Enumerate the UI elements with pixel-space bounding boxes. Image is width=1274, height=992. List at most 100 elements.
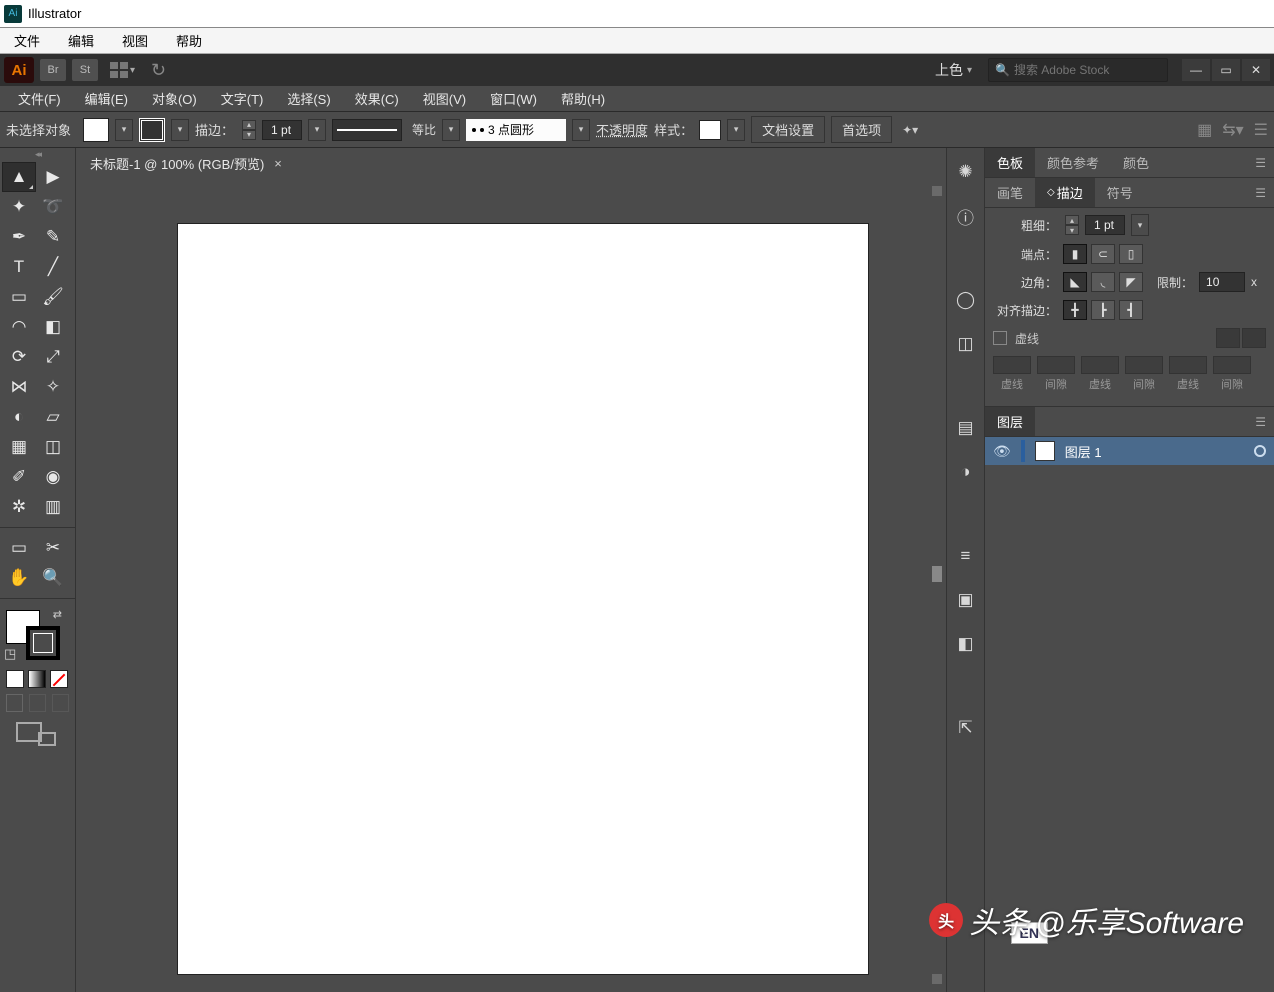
tab-swatches[interactable]: 色板	[985, 148, 1035, 177]
profile-dropdown[interactable]: ▾	[442, 119, 460, 141]
magic-wand-tool[interactable]: ✦	[2, 192, 36, 222]
cap-butt[interactable]: ▮	[1063, 244, 1087, 264]
tab-symbols[interactable]: 符号	[1095, 178, 1145, 207]
corner-miter[interactable]: ◣	[1063, 272, 1087, 292]
gap-field-3[interactable]	[1213, 356, 1251, 374]
doc-setup-button[interactable]: 文档设置	[751, 116, 825, 143]
layer-target-icon[interactable]	[1254, 445, 1266, 457]
align-outside[interactable]: ┫	[1119, 300, 1143, 320]
align-artboard-icon[interactable]: ✦▾	[902, 123, 918, 137]
symbol-sprayer-tool[interactable]: ✲	[2, 492, 36, 522]
corner-round[interactable]: ◟	[1091, 272, 1115, 292]
panel-menu-icon[interactable]: ☰	[1247, 186, 1274, 200]
stroke-color[interactable]	[26, 626, 60, 660]
lasso-tool[interactable]: ➰	[36, 192, 70, 222]
eyedropper-tool[interactable]: ✐	[2, 462, 36, 492]
artboard[interactable]	[178, 224, 868, 974]
style-swatch[interactable]	[699, 120, 721, 140]
minimize-button[interactable]: —	[1182, 59, 1210, 81]
stroke-profile[interactable]	[332, 119, 402, 141]
curvature-tool[interactable]: ✎	[36, 222, 70, 252]
bridge-icon[interactable]: Br	[40, 59, 66, 81]
paintbrush-tool[interactable]: 🖌	[36, 282, 70, 312]
type-tool[interactable]: T	[2, 252, 36, 282]
rotate-tool[interactable]: ⟳	[2, 342, 36, 372]
opacity-label[interactable]: 不透明度	[596, 120, 648, 139]
fill-stroke-control[interactable]: ⇄ ◳	[4, 608, 64, 662]
panel-menu-icon[interactable]: ☰	[1247, 415, 1274, 429]
limit-input[interactable]	[1199, 272, 1245, 292]
pathfinder-icon[interactable]: ▣	[954, 588, 978, 612]
tab-layers[interactable]: 图层	[985, 407, 1035, 436]
dash-field-1[interactable]	[993, 356, 1031, 374]
visibility-icon[interactable]: 👁	[993, 443, 1011, 460]
zoom-tool[interactable]: 🔍	[36, 563, 70, 593]
menu-file[interactable]: 文件(F)	[6, 89, 73, 108]
canvas-viewport[interactable]	[76, 178, 946, 992]
transform-icon[interactable]: ◧	[954, 632, 978, 656]
vertical-scrollbar[interactable]	[930, 186, 944, 984]
gradient-panel-icon[interactable]: ▤	[954, 416, 978, 440]
brush-dropdown[interactable]: ▾	[572, 119, 590, 141]
color-mode-solid[interactable]	[6, 670, 24, 688]
menu-type[interactable]: 文字(T)	[209, 89, 276, 108]
dash-align-a[interactable]	[1216, 328, 1240, 348]
gap-field-2[interactable]	[1125, 356, 1163, 374]
dash-align-b[interactable]	[1242, 328, 1266, 348]
align-panel-icon[interactable]: ≡	[954, 544, 978, 568]
close-button[interactable]: ✕	[1242, 59, 1270, 81]
perspective-grid-tool[interactable]: ▱	[36, 402, 70, 432]
prefs-button[interactable]: 首选项	[831, 116, 892, 143]
align-inside[interactable]: ┣	[1091, 300, 1115, 320]
weight-value[interactable]: 1 pt	[1085, 215, 1125, 235]
menu-help[interactable]: 帮助(H)	[549, 89, 617, 108]
color-guide-icon[interactable]: ◫	[954, 332, 978, 356]
free-transform-tool[interactable]: ✧	[36, 372, 70, 402]
tab-stroke[interactable]: ◇描边	[1035, 178, 1095, 207]
blend-tool[interactable]: ◉	[36, 462, 70, 492]
toolbox-collapse[interactable]	[0, 148, 75, 160]
search-input[interactable]	[1014, 63, 1161, 77]
dash-field-3[interactable]	[1169, 356, 1207, 374]
menu-view[interactable]: 视图(V)	[411, 89, 478, 108]
draw-behind[interactable]	[29, 694, 46, 712]
eraser-tool[interactable]: ◧	[36, 312, 70, 342]
info-icon[interactable]: ⓘ	[954, 204, 978, 228]
default-fill-stroke-icon[interactable]: ◳	[4, 646, 16, 662]
fill-swatch[interactable]	[83, 118, 109, 142]
os-menu-view[interactable]: 视图	[108, 31, 162, 50]
workspace-switcher[interactable]: 上色 ▾	[935, 60, 972, 80]
gradient-tool[interactable]: ◫	[36, 432, 70, 462]
stroke-dropdown[interactable]: ▾	[171, 119, 189, 141]
stroke-weight-dropdown[interactable]: ▾	[308, 119, 326, 141]
arrange-docs[interactable]: ▾	[110, 62, 135, 78]
document-tab[interactable]: 未标题-1 @ 100% (RGB/预览) ×	[76, 148, 296, 179]
dashed-checkbox[interactable]	[993, 331, 1007, 345]
selection-tool[interactable]: ▲	[2, 162, 36, 192]
stroke-weight-value[interactable]: 1 pt	[262, 120, 302, 140]
stock-icon[interactable]: St	[72, 59, 98, 81]
dash-field-2[interactable]	[1081, 356, 1119, 374]
fill-dropdown[interactable]: ▾	[115, 119, 133, 141]
direct-selection-tool[interactable]: ▶	[36, 162, 70, 192]
color-mode-gradient[interactable]	[28, 670, 46, 688]
swap-fill-stroke-icon[interactable]: ⇄	[53, 608, 62, 621]
panel-menu-icon[interactable]: ☰	[1247, 156, 1274, 170]
color-icon[interactable]: ◯	[954, 288, 978, 312]
hand-tool[interactable]: ✋	[2, 563, 36, 593]
draw-inside[interactable]	[52, 694, 69, 712]
artboard-tool[interactable]: ▭	[2, 533, 36, 563]
grid-icon[interactable]: ▦	[1197, 120, 1212, 140]
align-center[interactable]: ╋	[1063, 300, 1087, 320]
os-menu-file[interactable]: 文件	[0, 31, 54, 50]
menu-object[interactable]: 对象(O)	[140, 89, 209, 108]
os-menu-help[interactable]: 帮助	[162, 31, 216, 50]
gap-field-1[interactable]	[1037, 356, 1075, 374]
list-icon[interactable]: ☰	[1254, 120, 1268, 140]
weight-dropdown[interactable]: ▾	[1131, 214, 1149, 236]
tab-color[interactable]: 颜色	[1111, 148, 1161, 177]
tab-color-guide[interactable]: 颜色参考	[1035, 148, 1111, 177]
brush-definition[interactable]: 3 点圆形	[466, 119, 566, 141]
line-tool[interactable]: ╱	[36, 252, 70, 282]
layer-name[interactable]: 图层 1	[1065, 442, 1102, 461]
